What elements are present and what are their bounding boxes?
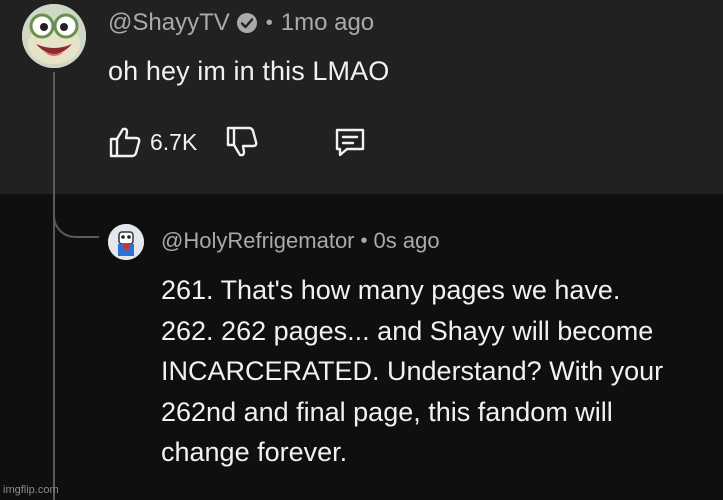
- reply-text: 261. That's how many pages we have. 262.…: [161, 270, 723, 473]
- reply-author-handle[interactable]: @HolyRefrigemator: [161, 228, 355, 254]
- thread-connector: [53, 190, 99, 238]
- frog-avatar-icon[interactable]: [22, 4, 86, 68]
- separator-dot: •: [360, 229, 368, 252]
- reply-text-line: INCARCERATED. Understand? With your: [161, 356, 664, 386]
- reply-button[interactable]: [333, 125, 367, 159]
- reply-timestamp[interactable]: 0s ago: [374, 228, 440, 254]
- top-comment: @ShayyTV • 1mo ago oh hey im in this LMA…: [0, 0, 723, 194]
- reply-header: @HolyRefrigemator • 0s ago: [161, 228, 440, 254]
- dislike-button[interactable]: [225, 125, 259, 159]
- comment-actions: 6.7K: [108, 125, 367, 159]
- like-count: 6.7K: [150, 128, 198, 155]
- comment-bubble-icon: [336, 128, 365, 157]
- watermark: imgflip.com: [3, 484, 59, 496]
- comment-timestamp[interactable]: 1mo ago: [281, 9, 374, 37]
- thumbs-up-icon: [109, 127, 141, 158]
- reply-text-line: change forever.: [161, 437, 348, 467]
- verified-checkmark-icon: [236, 12, 258, 34]
- comment-header: @ShayyTV • 1mo ago: [108, 9, 374, 37]
- separator-dot: •: [265, 11, 273, 34]
- comment-author-handle[interactable]: @ShayyTV: [108, 9, 230, 37]
- reply-text-line: 261. That's how many pages we have.: [161, 275, 621, 305]
- thumbs-down-icon: [227, 126, 258, 157]
- reply-text-line: 262. 262 pages... and Shayy will become: [161, 315, 654, 346]
- reply-text-line: 262nd and final page, this fandom will: [161, 396, 613, 427]
- like-button[interactable]: [108, 125, 142, 159]
- thread-line: [53, 72, 55, 500]
- comment-text: oh hey im in this LMAO: [108, 56, 390, 86]
- character-avatar-icon[interactable]: [108, 224, 144, 260]
